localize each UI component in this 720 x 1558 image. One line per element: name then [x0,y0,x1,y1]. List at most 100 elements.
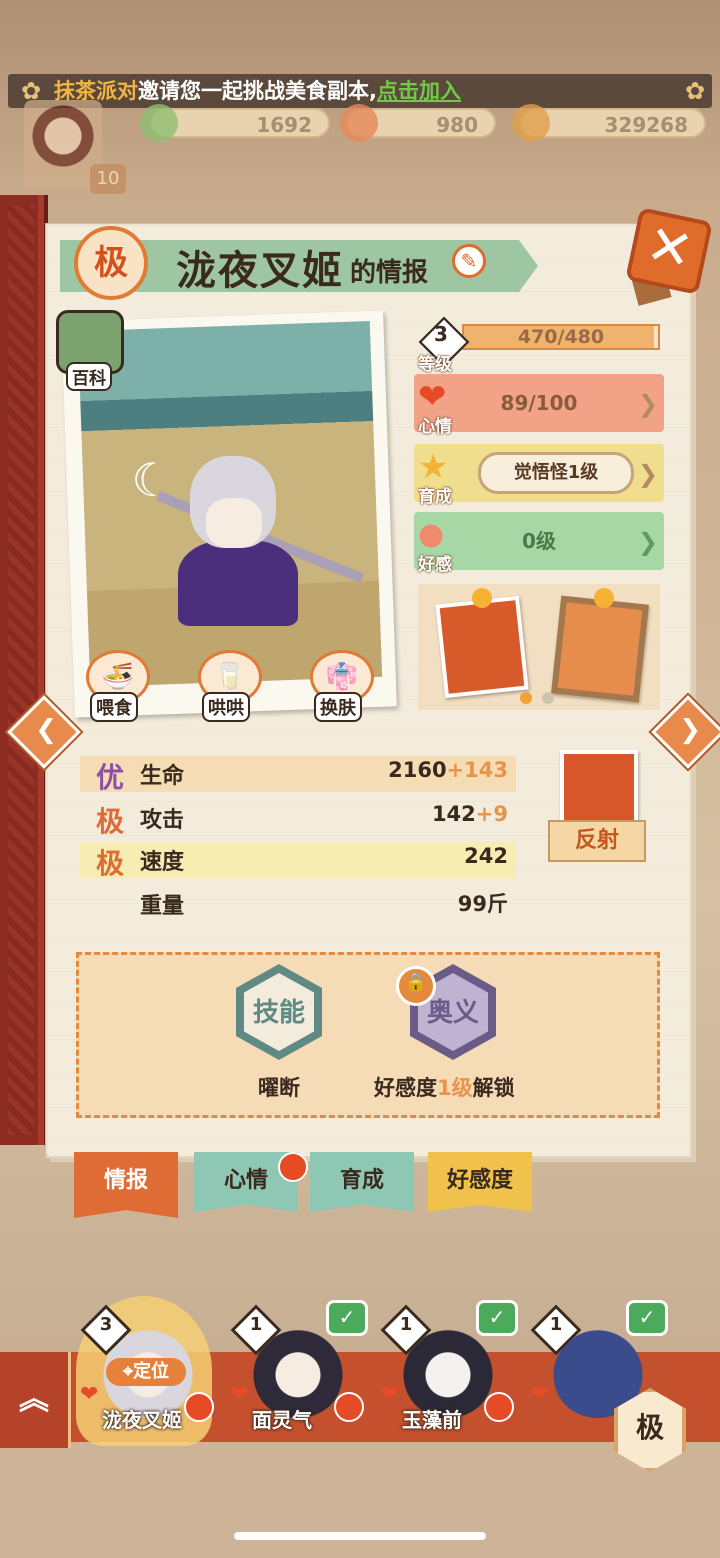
attribute-hp: 优 生命 2160+143 [80,756,516,794]
attribute-attack: 极 攻击 142+9 [80,800,516,838]
tab-growth[interactable]: 育成 [310,1152,414,1212]
home-indicator[interactable] [234,1532,486,1540]
close-button[interactable]: ✕ [625,207,713,295]
leaf-coin-icon [140,104,178,142]
unlock-prefix: 好感度 [374,1076,437,1100]
coax-label: 哄哄 [202,692,250,722]
chevron-right-icon: ❯ [637,460,658,488]
feed-label: 喂食 [90,692,138,722]
heart-icon: ❤ [80,1382,99,1407]
food-card[interactable] [435,595,529,699]
check-icon: ✓ [626,1300,668,1336]
rank-badge: 极 [74,226,148,300]
candy-icon [340,104,378,142]
growth-label: 育成 [418,487,452,507]
heart-icon: ❤ [230,1382,249,1407]
secret-unlock-text: 好感度1级解锁 [374,1072,515,1102]
character-name: 泷夜叉姬 [176,248,344,294]
locate-badge[interactable]: ⌖定位 [106,1358,186,1386]
location-pin-icon: ⌖ [122,1361,134,1382]
join-link[interactable]: 点击加入 [377,79,461,103]
grade-badge: 极 [96,805,125,838]
attribute-value: 142+9 [432,802,508,826]
tab-info[interactable]: 情报 [74,1152,178,1218]
roster-hero-2[interactable]: 1 ❤ 面灵气 ✓ [230,1300,368,1440]
notification-dot [184,1392,214,1422]
invite-banner: ✿ 抹茶派对邀请您一起挑战美食副本,点击加入 ✿ [8,74,712,108]
level-label: 等级 [418,355,452,375]
invite-text: 邀请您一起挑战美食副本, [138,79,377,103]
tab-affection[interactable]: 好感度 [428,1152,532,1212]
rank-filter-label: 极 [635,1411,664,1444]
attribute-base: 2160 [388,758,447,782]
trait-reflect[interactable]: 反射 [548,750,646,866]
reflect-icon [560,750,638,828]
skills-box [76,952,660,1118]
mystery-card[interactable] [551,595,649,703]
hero-name: 泷夜叉姬 [102,1408,182,1432]
affection-row[interactable]: ● 好感 0级 ❯ [414,512,664,575]
affection-value: 0级 [522,529,556,553]
chevron-right-icon: ❯ [637,390,658,418]
hero-level: 1 [549,1314,563,1335]
attribute-name: 生命 [140,764,185,789]
notification-dot [334,1392,364,1422]
growth-value: 觉悟怪1级 [478,452,634,494]
attribute-bonus: +9 [475,802,508,826]
hero-level: 1 [249,1314,263,1335]
coax-button[interactable]: 🥛 哄哄 [198,650,268,722]
pin-icon [472,588,492,608]
feed-button[interactable]: 🍜 喂食 [86,650,156,722]
chevron-left-icon: ❮ [35,714,58,745]
roster-hero-3[interactable]: 1 ❤ 玉藻前 ✓ [380,1300,518,1440]
unlock-suffix: 解锁 [472,1076,515,1100]
title-suffix: 的情报 [350,258,429,288]
chevron-right-icon: ❯ [637,528,658,556]
attribute-base: 142 [431,802,476,826]
mood-row[interactable]: ❤ 心情 89/100 ❯ [414,374,664,437]
sparkle-icon: ★ [418,447,449,487]
check-icon: ✓ [326,1300,368,1336]
chevron-up-icon: ︽ [19,1382,49,1417]
carousel-dot-active[interactable] [520,692,532,704]
book-spine-decoration [0,195,48,1145]
attribute-weight: 重量 99斤 [80,886,516,922]
attribute-base: 99斤 [457,892,508,916]
heart-icon: ❤ [380,1382,399,1407]
attribute-value: 99斤 [458,888,508,918]
notification-dot [278,1152,308,1182]
attribute-speed: 极 速度 242 [80,842,516,880]
attribute-value: 242 [464,844,508,868]
hero-level: 3 [99,1314,113,1335]
unlock-level: 1级 [437,1076,473,1100]
flower-icon: ✿ [684,77,706,105]
close-icon: ✕ [641,212,699,284]
notification-dot [484,1392,514,1422]
carousel-dot[interactable] [542,692,554,704]
encyclopedia-button[interactable]: 百科 [56,310,126,391]
moon-icon: ☾ [131,453,173,507]
attribute-name: 重量 [140,894,185,919]
character-body [178,540,298,626]
lock-icon: 🔒 [396,966,436,1006]
player-level: 10 [90,164,126,194]
chevron-right-icon: ❯ [679,714,702,745]
hero-name: 面灵气 [252,1408,312,1432]
level-number: 3 [434,322,448,346]
invite-message: 抹茶派对邀请您一起挑战美食副本,点击加入 [54,74,461,108]
coin-icon [512,104,550,142]
grade-badge: 优 [96,761,125,794]
mood-value: 89/100 [500,391,578,415]
locate-label: 定位 [133,1361,170,1382]
skin-button[interactable]: 👘 换肤 [310,650,380,722]
collapse-button[interactable]: ︽ [0,1352,71,1448]
hero-name: 玉藻前 [402,1408,462,1432]
skill-name: 曜断 [258,1076,300,1100]
rank-text: 极 [94,243,128,283]
attribute-base: 242 [464,844,508,868]
trait-label: 反射 [548,820,646,862]
pin-icon [594,588,614,608]
encyclopedia-label: 百科 [66,362,112,391]
level-progress-bar: 470/480 [462,324,660,350]
edit-icon[interactable]: ✎ [452,244,486,278]
